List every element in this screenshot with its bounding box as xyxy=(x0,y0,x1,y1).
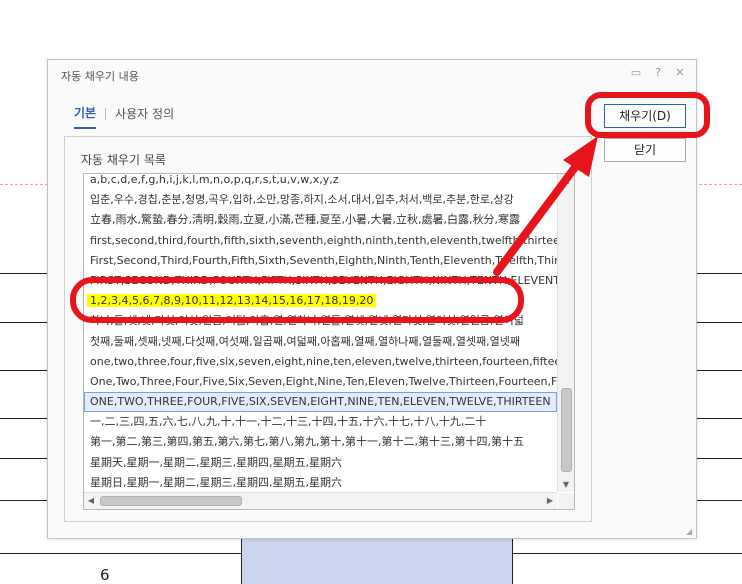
list-item[interactable]: 一,二,三,四,五,六,七,八,九,十,十一,十二,十三,十四,十五,十六,十七… xyxy=(84,412,557,432)
list-item[interactable]: one,two,three,four,five,six,seven,eight,… xyxy=(84,352,557,372)
tab-panel: 자동 채우기 목록 a,b,c,d,e,f,g,h,i,j,k,l,m,n,o,… xyxy=(64,136,592,522)
list-item-text: 第一,第二,第三,第四,第五,第六,第七,第八,第九,第十,第十一,第十二,第十… xyxy=(90,435,524,449)
list-label: 자동 채우기 목록 xyxy=(81,153,166,167)
help-icon[interactable]: ? xyxy=(652,66,664,79)
scroll-thumb[interactable] xyxy=(561,388,572,472)
scroll-thumb[interactable] xyxy=(100,496,242,506)
list-item[interactable]: a,b,c,d,e,f,g,h,i,j,k,l,m,n,o,p,q,r,s,t,… xyxy=(84,174,557,190)
table-cell-number: 6 xyxy=(100,566,110,584)
list-item[interactable]: One,Two,Three,Four,Five,Six,Seven,Eight,… xyxy=(84,372,557,392)
autofill-dialog: 자동 채우기 내용 ▭ ? ✕ 기본 사용자 정의 자동 채우기 목록 a,b,… xyxy=(47,59,697,539)
list-item[interactable]: FIRST,SECOND,THIRD,FOURTH,FIFTH,SIXTH,SE… xyxy=(84,271,557,291)
fill-button[interactable]: 채우기(D) xyxy=(604,104,686,128)
list-item[interactable]: 星期日,星期一,星期二,星期三,星期四,星期五,星期六 xyxy=(84,473,557,492)
list-item-text: 1,2,3,4,5,6,7,8,9,10,11,12,13,14,15,16,1… xyxy=(87,294,377,308)
tab-user-defined[interactable]: 사용자 정의 xyxy=(115,105,174,128)
list-item-text: One,Two,Three,Four,Five,Six,Seven,Eight,… xyxy=(90,374,557,388)
resize-grip-icon[interactable]: ◢ xyxy=(686,528,694,536)
close-icon[interactable]: ✕ xyxy=(674,66,686,79)
list-item[interactable]: 星期天,星期一,星期二,星期三,星期四,星期五,星期六 xyxy=(84,453,557,473)
scroll-up-icon[interactable]: ▲ xyxy=(558,174,574,188)
list-item-text: a,b,c,d,e,f,g,h,i,j,k,l,m,n,o,p,q,r,s,t,… xyxy=(90,174,339,186)
list-item-text: ONE,TWO,THREE,FOUR,FIVE,SIX,SEVEN,EIGHT,… xyxy=(90,395,551,409)
autofill-list-items: a,b,c,d,e,f,g,h,i,j,k,l,m,n,o,p,q,r,s,t,… xyxy=(84,174,557,492)
list-item[interactable]: First,Second,Third,Fourth,Fifth,Sixth,Se… xyxy=(84,251,557,271)
scroll-corner xyxy=(558,493,574,509)
list-item[interactable]: 첫째,둘째,셋째,넷째,다섯째,여섯째,일곱째,여덟째,아홉째,열째,열하나째,… xyxy=(84,332,557,352)
dialog-title: 자동 채우기 내용 xyxy=(61,70,139,83)
vertical-scrollbar[interactable]: ▲ ▼ xyxy=(557,174,574,492)
list-item[interactable]: 第一,第二,第三,第四,第五,第六,第七,第八,第九,第十,第十一,第十二,第十… xyxy=(84,432,557,452)
list-item-text: 星期天,星期一,星期二,星期三,星期四,星期五,星期六 xyxy=(90,455,342,469)
scroll-down-icon[interactable]: ▼ xyxy=(558,478,574,492)
list-item-text: first,second,third,fourth,fifth,sixth,se… xyxy=(90,233,557,247)
dialog-tabs: 기본 사용자 정의 xyxy=(74,104,174,129)
horizontal-scrollbar[interactable]: ◀ ▶ xyxy=(84,492,557,509)
list-item-text: First,Second,Third,Fourth,Fifth,Sixth,Se… xyxy=(90,253,557,267)
autofill-list[interactable]: a,b,c,d,e,f,g,h,i,j,k,l,m,n,o,p,q,r,s,t,… xyxy=(83,173,575,510)
list-item-text: 하나,둘,셋,넷,다섯,여섯,일곱,여덟,아홉,열,열하나,열둘,열셋,열넷,열… xyxy=(90,314,524,328)
close-button[interactable]: 닫기 xyxy=(604,138,686,162)
tab-divider xyxy=(105,107,107,120)
list-item[interactable]: 1,2,3,4,5,6,7,8,9,10,11,12,13,14,15,16,1… xyxy=(84,291,557,311)
list-item-text: 一,二,三,四,五,六,七,八,九,十,十一,十二,十三,十四,十五,十六,十七… xyxy=(90,415,487,429)
scroll-left-icon[interactable]: ◀ xyxy=(84,493,98,509)
list-item[interactable]: ONE,TWO,THREE,FOUR,FIVE,SIX,SEVEN,EIGHT,… xyxy=(84,392,557,413)
list-item[interactable]: first,second,third,fourth,fifth,sixth,se… xyxy=(84,231,557,251)
tab-basic[interactable]: 기본 xyxy=(74,104,97,129)
list-item-text: 입춘,우수,경칩,춘분,청명,곡우,입하,소만,망종,하지,소서,대서,입추,처… xyxy=(90,193,514,207)
window-icon[interactable]: ▭ xyxy=(630,66,642,79)
list-item-text: one,two,three,four,five,six,seven,eight,… xyxy=(90,354,557,368)
list-item-text: 첫째,둘째,셋째,넷째,다섯째,여섯째,일곱째,여덟째,아홉째,열째,열하나째,… xyxy=(90,334,521,348)
scroll-right-icon[interactable]: ▶ xyxy=(543,493,557,509)
list-item-text: FIRST,SECOND,THIRD,FOURTH,FIFTH,SIXTH,SE… xyxy=(90,273,557,287)
list-item[interactable]: 하나,둘,셋,넷,다섯,여섯,일곱,여덟,아홉,열,열하나,열둘,열셋,열넷,열… xyxy=(84,311,557,331)
list-item[interactable]: 立春,雨水,驚蟄,春分,淸明,穀雨,立夏,小滿,芒種,夏至,小暑,大暑,立秋,處… xyxy=(84,210,557,230)
list-item[interactable]: 입춘,우수,경칩,춘분,청명,곡우,입하,소만,망종,하지,소서,대서,입추,처… xyxy=(84,190,557,210)
list-item-text: 星期日,星期一,星期二,星期三,星期四,星期五,星期六 xyxy=(90,475,342,489)
list-item-text: 立春,雨水,驚蟄,春分,淸明,穀雨,立夏,小滿,芒種,夏至,小暑,大暑,立秋,處… xyxy=(90,213,520,227)
